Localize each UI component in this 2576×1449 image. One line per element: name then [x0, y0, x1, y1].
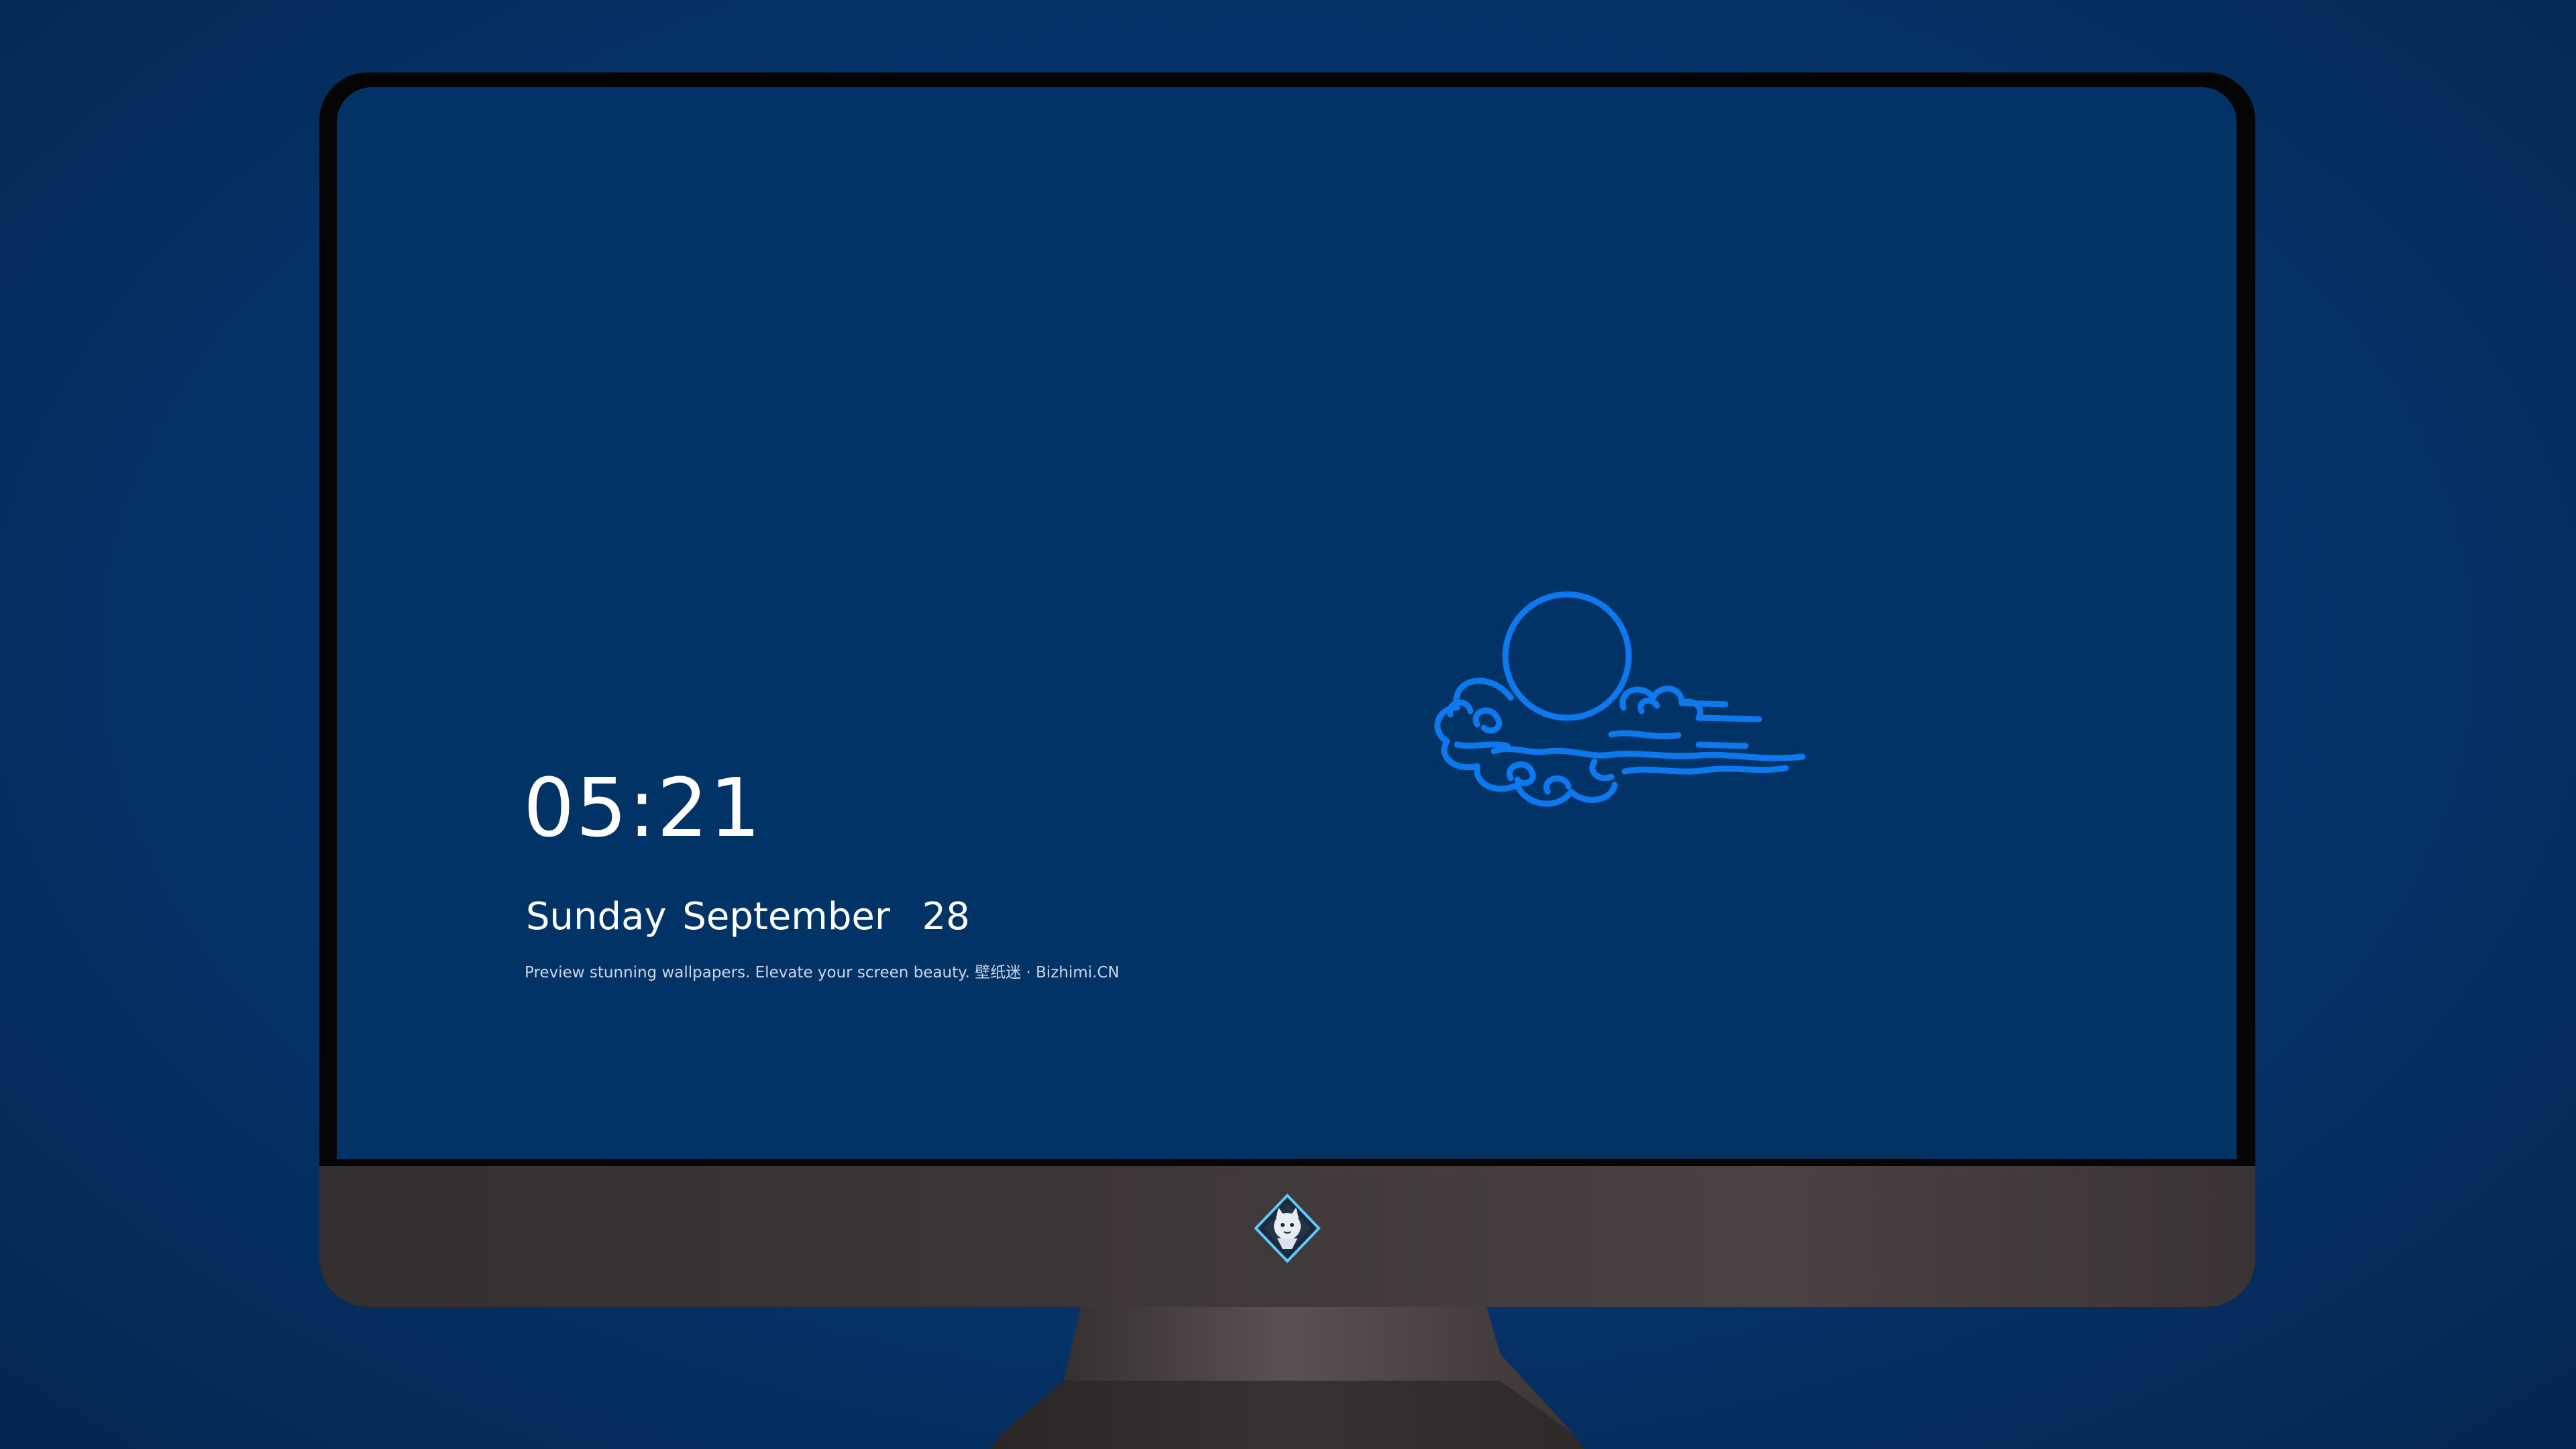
moon-clouds-emblem	[1434, 591, 1806, 807]
lock-date: Sunday September 28	[526, 895, 970, 938]
monitor: 05:21 Sunday September 28 Preview stunni…	[319, 72, 2255, 1307]
lock-screen: 05:21 Sunday September 28 Preview stunni…	[337, 87, 2237, 1159]
wallpaper-tagline: Preview stunning wallpapers. Elevate you…	[525, 964, 1120, 981]
monitor-chin	[319, 1166, 2255, 1307]
lock-time: 05:21	[523, 762, 762, 855]
wolf-mascot-logo	[1254, 1193, 1321, 1263]
monitor-stand	[990, 1307, 1585, 1449]
dock	[1285, 1154, 1933, 1159]
